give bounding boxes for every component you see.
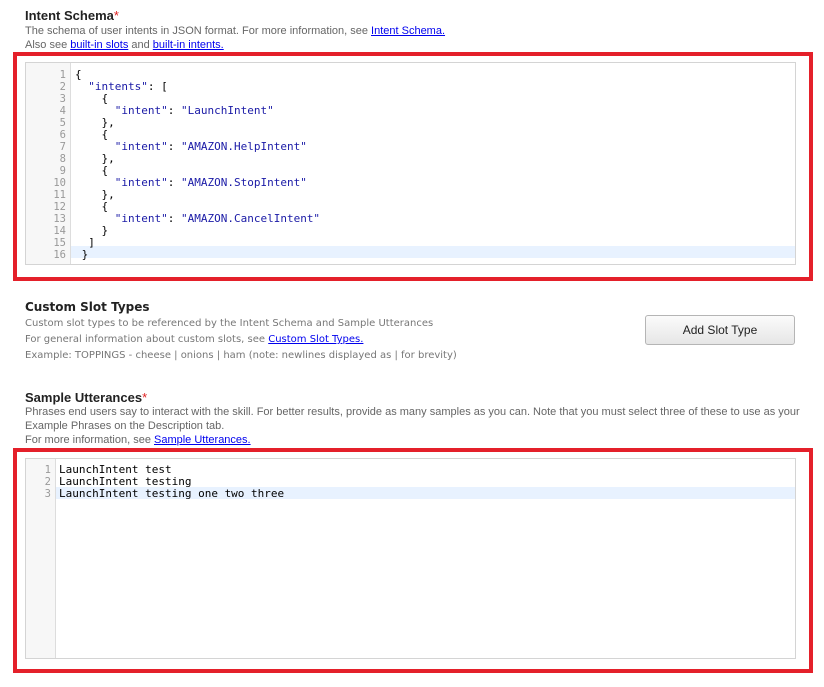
code-text: : — [167, 104, 181, 117]
line-number: 16 — [53, 249, 66, 261]
intent-schema-help: The schema of user intents in JSON forma… — [25, 24, 445, 52]
line-number: 15 — [53, 237, 66, 249]
built-in-slots-link[interactable]: built-in slots — [70, 39, 128, 51]
line-number: 11 — [53, 189, 66, 201]
line-number: 13 — [53, 213, 66, 225]
line-number: 12 — [53, 201, 66, 213]
intent-schema-editor[interactable]: 1 2 3 4 5 6 7 8 9 10 11 12 13 14 15 16 { "intents": [ {… — [25, 62, 796, 265]
line-number: 5 — [59, 117, 66, 129]
intent-schema-help-line1: The schema of user intents in JSON forma… — [25, 24, 445, 38]
sample-utterances-link[interactable]: Sample Utterances. — [154, 434, 251, 446]
line-number: 14 — [53, 225, 66, 237]
help-text: For general information about custom slo… — [25, 334, 269, 345]
code-text: : — [167, 212, 181, 225]
help-text: Also see — [25, 39, 71, 51]
line-number: 9 — [59, 165, 66, 177]
line-number: 7 — [59, 141, 66, 153]
code-text: : — [167, 140, 181, 153]
sample-utterances-help-line2: Example Phrases on the Description tab. — [25, 420, 225, 432]
line-number: 2 — [59, 81, 66, 93]
code-string: "intent" — [114, 140, 168, 153]
code-string: "AMAZON.CancelIntent" — [180, 212, 321, 225]
utterance-line: LaunchIntent testing one two three — [59, 487, 285, 500]
custom-slot-help-line1: Custom slot types to be referenced by th… — [25, 318, 434, 329]
built-in-intents-link[interactable]: built-in intents. — [153, 39, 224, 51]
line-number-gutter: 123 — [26, 459, 56, 658]
line-number: 2 — [44, 476, 51, 488]
code-string: "intent" — [114, 212, 168, 225]
code-line: } — [75, 248, 89, 261]
code-string: "intent" — [114, 104, 168, 117]
help-text: and — [128, 39, 153, 51]
intent-schema-title-text: Intent Schema — [25, 8, 114, 23]
sample-utterances-title: Sample Utterances* — [25, 390, 147, 405]
sample-utterances-editor[interactable]: 123 LaunchIntent test LaunchIntent testin… — [25, 458, 796, 659]
custom-slot-help-line2: For general information about custom slo… — [25, 332, 457, 348]
sample-utterances-help-line1: Phrases end users say to interact with t… — [25, 406, 800, 418]
code-text: : [ — [147, 80, 168, 93]
sample-utterances-help-line3: For more information, see Sample Utteran… — [25, 433, 800, 447]
code-text: } — [75, 248, 89, 261]
active-line-highlight — [71, 246, 795, 258]
code-string: "LaunchIntent" — [180, 104, 274, 117]
required-mark: * — [142, 390, 148, 405]
code-string: "intent" — [114, 176, 168, 189]
custom-slot-help-line3: Example: TOPPINGS - cheese | onions | ha… — [25, 350, 457, 361]
help-text: For more information, see — [25, 434, 154, 446]
line-number: 4 — [59, 105, 66, 117]
code-text: : — [167, 176, 181, 189]
line-number: 3 — [59, 93, 66, 105]
custom-slot-types-help: Custom slot types to be referenced by th… — [25, 316, 457, 364]
required-mark: * — [113, 8, 119, 23]
intent-schema-help-line2: Also see built-in slots and built-in int… — [25, 38, 445, 52]
code-line: "intent": "AMAZON.CancelIntent" — [75, 212, 320, 225]
custom-slot-types-link[interactable]: Custom Slot Types. — [268, 334, 363, 345]
intent-schema-link[interactable]: Intent Schema. — [371, 25, 445, 37]
line-number: 8 — [59, 153, 66, 165]
custom-slot-types-title: Custom Slot Types — [25, 300, 150, 314]
intent-schema-title: Intent Schema* — [25, 8, 119, 23]
help-text: The schema of user intents in JSON forma… — [25, 25, 372, 37]
sample-utterances-title-text: Sample Utterances — [25, 390, 143, 405]
line-number: 10 — [53, 177, 66, 189]
line-number: 3 — [44, 488, 51, 500]
line-number: 6 — [59, 129, 66, 141]
line-number-gutter: 1 2 3 4 5 6 7 8 9 10 11 12 13 14 15 16 — [26, 63, 71, 264]
line-number: 1 — [59, 69, 66, 81]
sample-utterances-help: Phrases end users say to interact with t… — [25, 405, 800, 447]
code-string: "AMAZON.HelpIntent" — [180, 140, 307, 153]
line-number: 1 — [44, 464, 51, 476]
code-string: "AMAZON.StopIntent" — [180, 176, 307, 189]
add-slot-type-button[interactable]: Add Slot Type — [645, 315, 795, 345]
